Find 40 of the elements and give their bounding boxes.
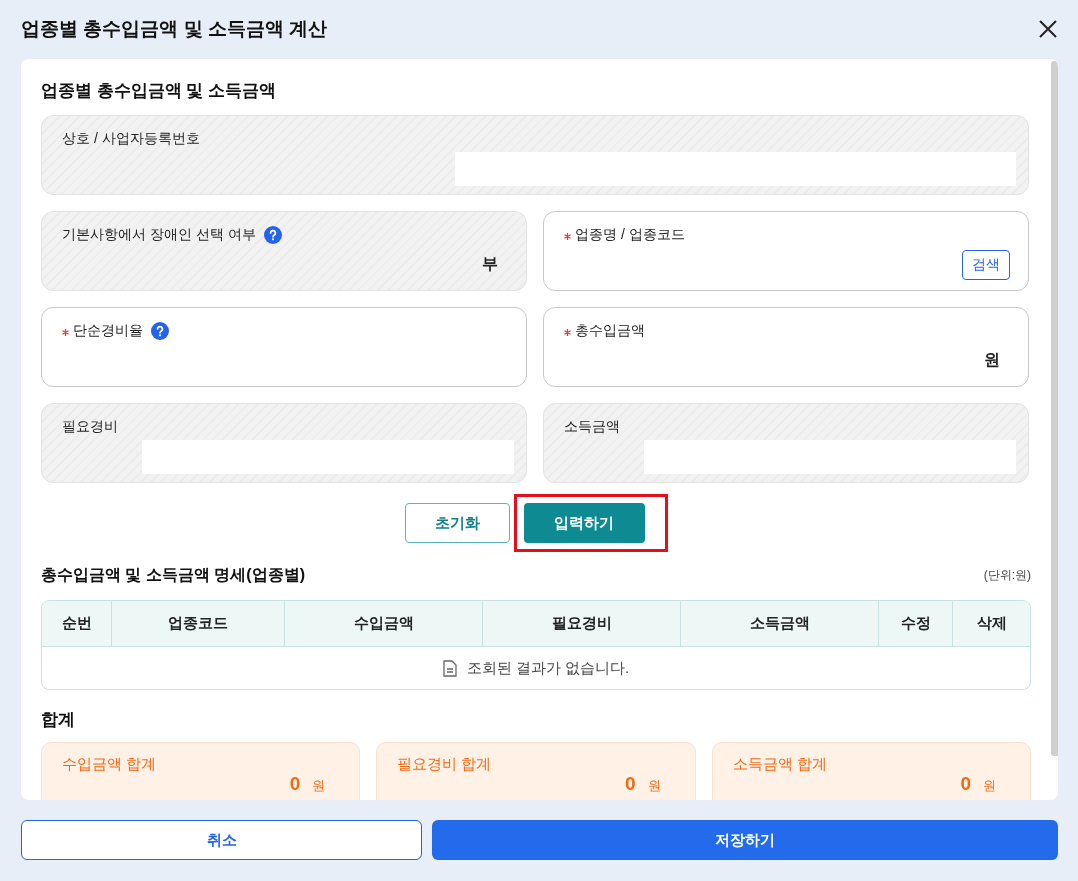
footer-button[interactable]: 취소: [21, 820, 422, 860]
footer-button[interactable]: 저장하기: [432, 820, 1058, 860]
total-label: 필요경비 합계: [397, 755, 493, 773]
column-header: 업종코드: [112, 601, 285, 646]
section-title: 업종별 총수입금액 및 소득금액: [41, 80, 278, 102]
unit-label: 원: [312, 777, 326, 795]
help-icon[interactable]: [151, 322, 169, 340]
column-header: 소득금액: [681, 601, 879, 646]
section-title: 합계: [41, 709, 76, 731]
total-value: 0: [289, 773, 301, 794]
action-button[interactable]: 초기화: [404, 503, 510, 543]
column-header: 수입금액: [285, 601, 483, 646]
total-value: 0: [625, 773, 636, 794]
field-value: 부: [482, 254, 498, 274]
field-label: 단순경비율: [73, 322, 143, 340]
total-label: 수입금액 합계: [62, 755, 158, 773]
close-icon[interactable]: [1038, 19, 1058, 39]
field-label: 상호 / 사업자등록번호: [62, 130, 200, 148]
empty-message: 조회된 결과가 없습니다.: [466, 658, 630, 678]
unit-note: (단위:원): [983, 566, 1031, 584]
total-value: 0: [960, 773, 971, 794]
unit-label: 원: [647, 777, 661, 795]
field-label: 기본사항에서 장애인 선택 여부: [62, 226, 256, 244]
section-title: 총수입금액 및 소득금액 명세(업종별): [41, 564, 305, 585]
column-header: 순번: [42, 601, 112, 646]
total-label: 소득금액 합계: [732, 755, 828, 773]
column-header: 삭제: [975, 613, 1008, 633]
unit-label: 원: [983, 777, 996, 795]
field-label: 소득금액: [564, 418, 620, 436]
unit-label: 원: [984, 350, 1000, 370]
field-label: 업종명 / 업종코드: [575, 226, 685, 244]
dialog-title: 업종별 총수입금액 및 소득금액 계산: [21, 17, 328, 41]
field-label: 필요경비: [62, 418, 118, 436]
action-button[interactable]: 입력하기: [523, 503, 645, 543]
column-header: 수정: [879, 601, 953, 646]
search-button[interactable]: 검색: [962, 249, 1010, 280]
document-icon: [442, 659, 457, 677]
field-label: 총수입금액: [575, 322, 645, 340]
help-icon[interactable]: [263, 226, 282, 244]
column-header: 필요경비: [483, 601, 681, 646]
